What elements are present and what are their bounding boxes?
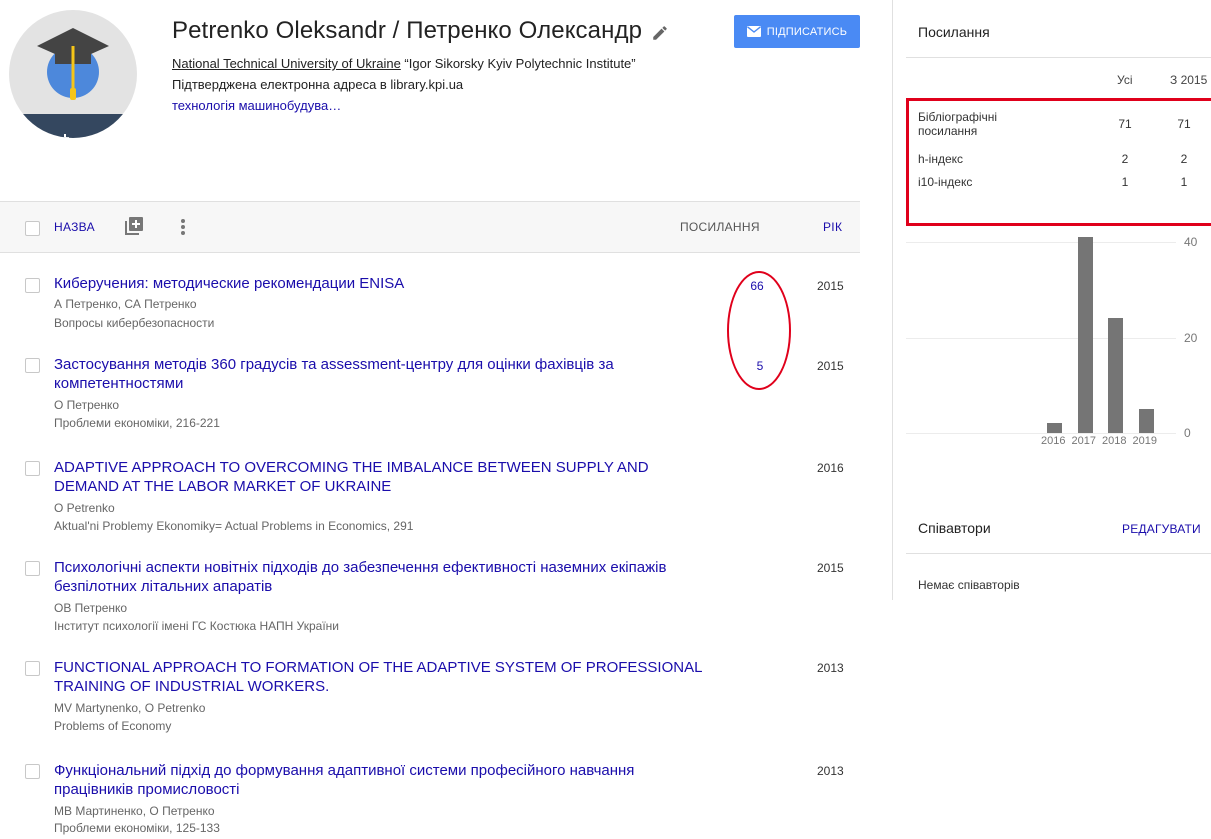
profile-name: Petrenko Oleksandr / Петренко Олександр bbox=[172, 17, 643, 44]
chart-bar-2018[interactable] bbox=[1108, 318, 1123, 433]
chart-xtick-label: 2017 bbox=[1071, 435, 1096, 447]
affiliation-rest: “Igor Sikorsky Kyiv Polytechnic Institut… bbox=[400, 56, 636, 71]
article-year: 2015 bbox=[817, 279, 844, 293]
profile-avatar[interactable] bbox=[9, 10, 137, 138]
follow-button[interactable]: ПІДПИСАТИСЬ bbox=[734, 15, 860, 48]
follow-label: ПІДПИСАТИСЬ bbox=[766, 25, 848, 38]
chart-ytick-label: 20 bbox=[1184, 330, 1198, 345]
chart-gridline bbox=[906, 433, 1176, 434]
more-vert-icon[interactable] bbox=[180, 218, 186, 236]
article-venue: Проблеми економіки, 216-221 bbox=[54, 416, 220, 430]
select-all-checkbox[interactable] bbox=[25, 221, 40, 236]
chart-gridline bbox=[906, 242, 1176, 243]
article-authors: О Петренко bbox=[54, 398, 120, 412]
coauthors-divider bbox=[906, 553, 1211, 554]
envelope-icon bbox=[746, 26, 761, 37]
table-header-divider bbox=[0, 252, 860, 253]
chart-gridline bbox=[906, 337, 1176, 339]
article-year: 2016 bbox=[817, 461, 844, 475]
column-citations: ПОСИЛАННЯ bbox=[680, 220, 760, 234]
column-all: Усі bbox=[1117, 73, 1133, 87]
column-year-sort[interactable]: РІК bbox=[823, 220, 842, 234]
chart-bar-2016[interactable] bbox=[1047, 423, 1062, 433]
article-authors: МВ Мартиненко, О Петренко bbox=[54, 804, 215, 818]
verified-email: Підтверджена електронна адреса в library… bbox=[172, 77, 464, 92]
article-year: 2013 bbox=[817, 764, 844, 778]
article-authors: А Петренко, СА Петренко bbox=[54, 297, 197, 311]
highlight-ellipse bbox=[727, 271, 791, 390]
affiliation-link[interactable]: National Technical University of Ukraine bbox=[172, 56, 401, 71]
citations-chart: 0 20 40 2016 2017 2018 2019 bbox=[906, 230, 1211, 460]
column-title-sort[interactable]: НАЗВА bbox=[54, 220, 95, 234]
article-title-link[interactable]: Киберучения: методические рекомендации E… bbox=[54, 274, 704, 293]
chart-xtick-label: 2016 bbox=[1041, 435, 1066, 447]
article-year: 2015 bbox=[817, 359, 844, 373]
research-interest-link[interactable]: технологія машинобудува… bbox=[172, 98, 341, 113]
chart-xtick-label: 2018 bbox=[1102, 435, 1127, 447]
coauthors-edit-button[interactable]: РЕДАГУВАТИ bbox=[1122, 522, 1201, 536]
row-checkbox[interactable] bbox=[25, 661, 40, 676]
row-checkbox[interactable] bbox=[25, 461, 40, 476]
chart-xtick-label: 2019 bbox=[1132, 435, 1157, 447]
article-title-link[interactable]: Психологічні аспекти новітніх підходів д… bbox=[54, 558, 704, 596]
article-authors: ОВ Петренко bbox=[54, 601, 128, 615]
article-venue: Інститут психології імені ГС Костюка НАП… bbox=[54, 619, 339, 633]
add-article-icon[interactable] bbox=[125, 217, 143, 235]
article-title-link[interactable]: FUNCTIONAL APPROACH TO FORMATION OF THE … bbox=[54, 658, 704, 696]
edit-pencil-icon[interactable] bbox=[651, 24, 669, 42]
article-venue: Проблеми економіки, 125-133 bbox=[54, 821, 220, 835]
citations-divider bbox=[906, 57, 1211, 58]
coauthors-empty: Немає співавторів bbox=[918, 578, 1020, 592]
article-title-link[interactable]: Функціональний підхід до формування адап… bbox=[54, 761, 704, 799]
chart-bar-2019[interactable] bbox=[1138, 409, 1154, 433]
row-checkbox[interactable] bbox=[25, 764, 40, 779]
row-checkbox[interactable] bbox=[25, 561, 40, 576]
article-year: 2013 bbox=[817, 661, 844, 675]
chart-ytick-label: 40 bbox=[1184, 235, 1198, 249]
chart-ytick-label: 0 bbox=[1184, 426, 1191, 440]
article-year: 2015 bbox=[817, 561, 844, 575]
article-venue: Problems of Economy bbox=[54, 719, 172, 733]
affiliation: National Technical University of Ukraine… bbox=[172, 56, 636, 71]
article-authors: O Petrenko bbox=[54, 501, 115, 515]
column-since: З 2015 bbox=[1170, 73, 1208, 87]
article-venue: Aktual'ni Problemy Ekonomiky= Actual Pro… bbox=[54, 519, 414, 533]
chart-bar-2017[interactable] bbox=[1077, 237, 1093, 433]
row-checkbox[interactable] bbox=[25, 358, 40, 373]
panel-divider bbox=[892, 0, 893, 600]
article-title-link[interactable]: Застосування методів 360 градусів та ass… bbox=[54, 355, 704, 393]
citations-heading: Посилання bbox=[918, 24, 990, 40]
row-checkbox[interactable] bbox=[25, 278, 40, 293]
article-authors: MV Martynenko, O Petrenko bbox=[54, 701, 206, 715]
add-photo-icon[interactable] bbox=[61, 132, 85, 138]
highlight-box bbox=[906, 98, 1211, 226]
coauthors-heading: Співавтори bbox=[918, 520, 991, 536]
article-venue: Вопросы кибербезопасности bbox=[54, 316, 215, 330]
article-title-link[interactable]: ADAPTIVE APPROACH TO OVERCOMING THE IMBA… bbox=[54, 458, 704, 496]
